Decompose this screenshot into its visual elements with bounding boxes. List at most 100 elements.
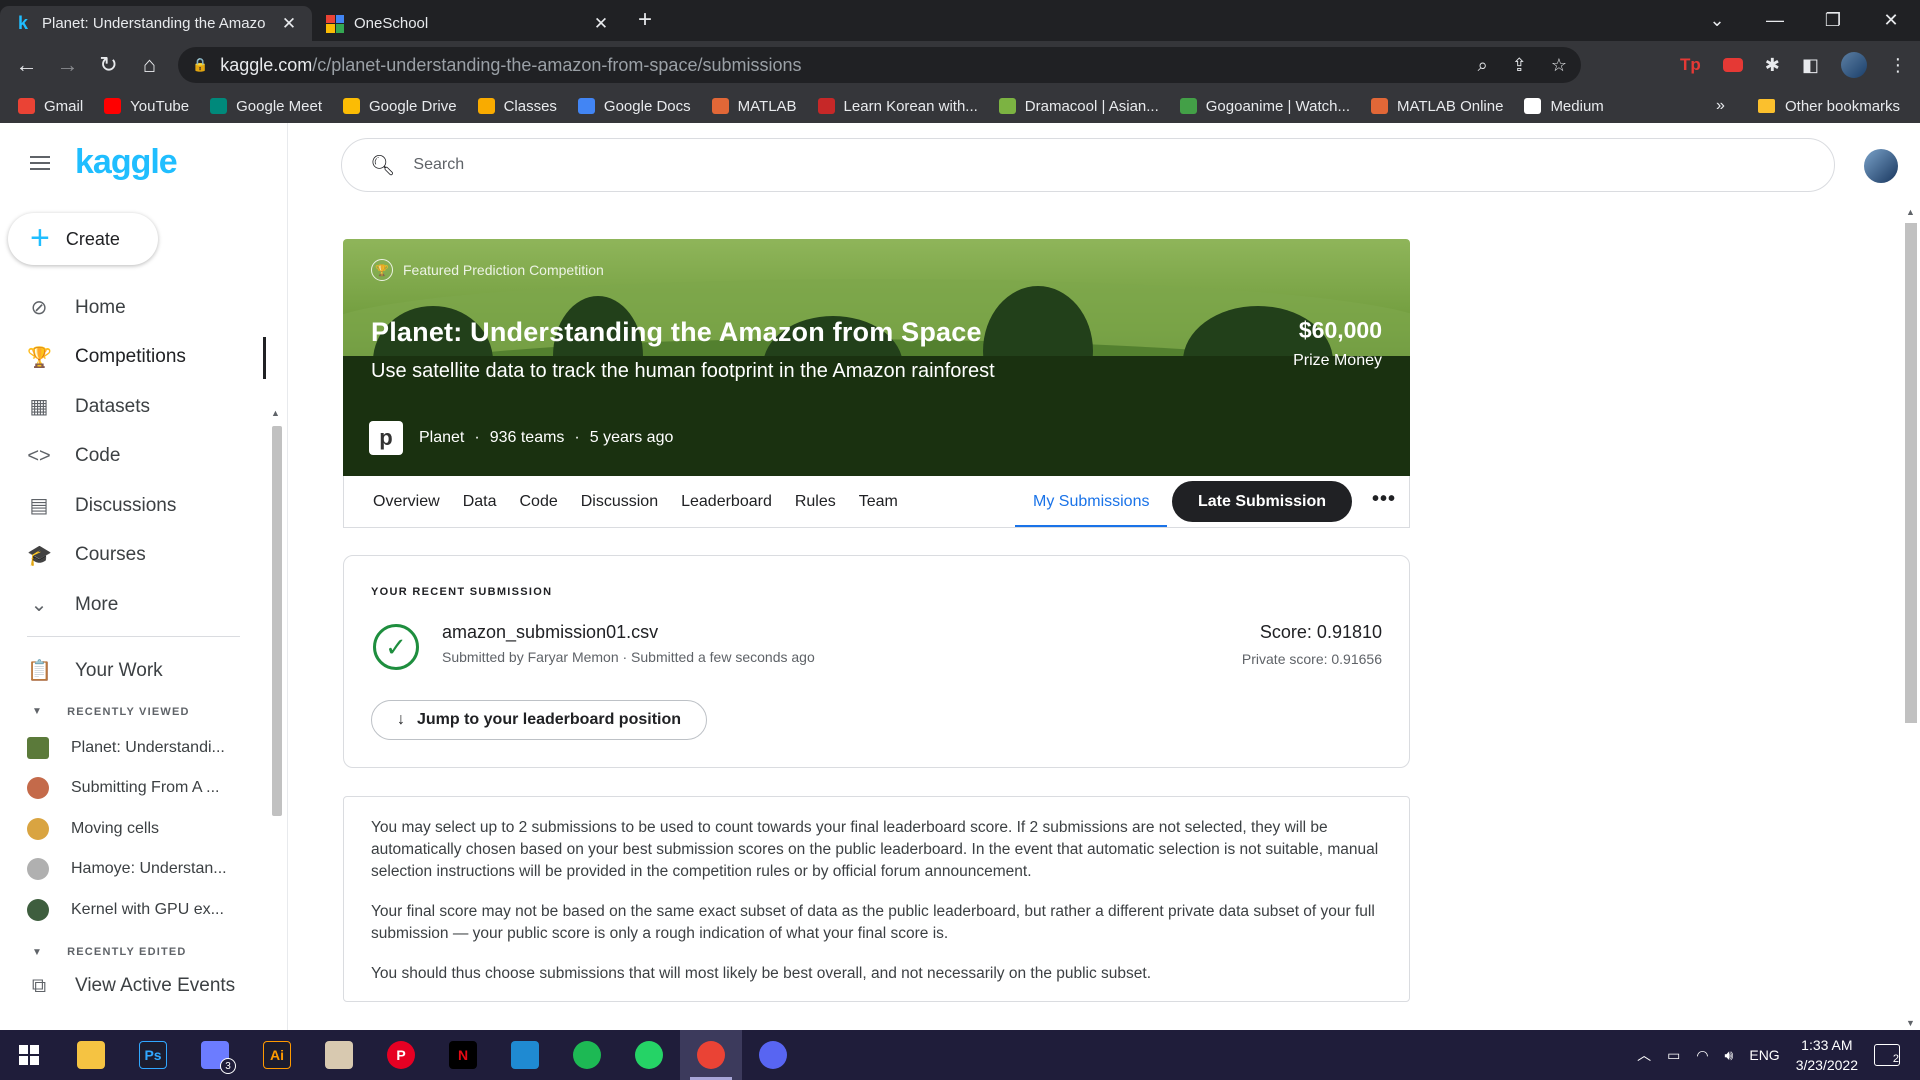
search-bar[interactable]: 🔍︎ Search — [341, 138, 1835, 192]
late-submission-button[interactable]: Late Submission — [1172, 481, 1352, 522]
close-tab-icon[interactable]: ✕ — [280, 14, 298, 34]
chrome-menu-icon[interactable]: ⋮ — [1889, 55, 1907, 76]
taskbar-whatsapp[interactable] — [618, 1030, 680, 1080]
jump-to-leaderboard-button[interactable]: ↓ Jump to your leaderboard position — [371, 700, 707, 740]
restore-button[interactable]: ❐ — [1804, 10, 1862, 31]
taskbar-vscode[interactable] — [494, 1030, 556, 1080]
recently-viewed-header[interactable]: ▼ RECENTLY VIEWED — [0, 696, 266, 728]
start-button[interactable] — [0, 1045, 58, 1065]
recently-viewed-item[interactable]: Kernel with GPU ex... — [0, 890, 266, 931]
more-options-icon[interactable]: ••• — [1372, 488, 1396, 511]
taskbar-matlab[interactable]: 3 — [184, 1030, 246, 1080]
taskbar-photoshop[interactable]: Ps — [122, 1030, 184, 1080]
tab-data[interactable]: Data — [463, 493, 497, 511]
back-button[interactable]: ← — [6, 52, 47, 78]
hamburger-menu-icon[interactable] — [30, 156, 50, 170]
sidebar-item-view-active-events[interactable]: ⧉ View Active Events — [0, 968, 266, 1004]
bookmark-item[interactable]: Learn Korean with... — [817, 98, 978, 115]
tab-search-icon[interactable]: ⌄ — [1688, 10, 1746, 31]
scrollbar-thumb[interactable] — [272, 426, 282, 816]
bookmark-item[interactable]: YouTube — [104, 98, 189, 115]
other-bookmarks-folder[interactable]: Other bookmarks — [1758, 89, 1900, 123]
browser-tab-kaggle[interactable]: k Planet: Understanding the Amazo ✕ — [0, 6, 312, 41]
tab-team[interactable]: Team — [859, 493, 898, 511]
clock[interactable]: 1:33 AM 3/23/2022 — [1796, 1035, 1858, 1075]
user-avatar[interactable] — [1864, 149, 1898, 183]
recently-viewed-item[interactable]: Hamoye: Understan... — [0, 849, 266, 890]
browser-tab-oneschool[interactable]: OneSchool ✕ — [312, 6, 624, 41]
bookmark-item[interactable]: Gmail — [18, 98, 83, 115]
taskbar-spotify[interactable] — [556, 1030, 618, 1080]
sidebar-item-competitions[interactable]: 🏆 Competitions — [0, 333, 266, 383]
kaggle-logo[interactable]: kaggle — [75, 143, 178, 182]
taskbar-pinterest[interactable]: P — [370, 1030, 432, 1080]
taskbar-discord[interactable] — [742, 1030, 804, 1080]
bookmark-item[interactable]: Dramacool | Asian... — [998, 98, 1159, 115]
bookmark-star-icon[interactable]: ☆ — [1551, 55, 1567, 76]
profile-avatar[interactable] — [1840, 52, 1867, 78]
youtube-extension-icon[interactable] — [1722, 58, 1743, 72]
tab-rules[interactable]: Rules — [795, 493, 836, 511]
planet-logo-icon[interactable]: p — [369, 421, 403, 455]
bookmark-item[interactable]: MATLAB Online — [1371, 98, 1503, 115]
sidebar-item-courses[interactable]: 🎓 Courses — [0, 531, 266, 581]
tab-overview[interactable]: Overview — [373, 493, 440, 511]
home-button[interactable]: ⌂ — [129, 52, 170, 78]
taskbar-photo-app[interactable] — [308, 1030, 370, 1080]
volume-icon[interactable]: 🔊︎ — [1725, 1047, 1734, 1064]
recently-viewed-item[interactable]: Moving cells — [0, 809, 266, 850]
share-icon[interactable]: ⇪ — [1512, 55, 1527, 76]
sidebar-item-discussions[interactable]: ▤ Discussions — [0, 481, 266, 531]
forward-button[interactable]: → — [47, 52, 88, 78]
battery-icon[interactable]: ▭ — [1667, 1047, 1680, 1064]
bookmark-item[interactable]: Gogoanime | Watch... — [1179, 98, 1350, 115]
recently-viewed-item[interactable]: Submitting From A ... — [0, 768, 266, 809]
scroll-up-arrow-icon[interactable]: ▲ — [271, 408, 280, 418]
recently-viewed-item[interactable]: Planet: Understandi... — [0, 728, 266, 769]
sidebar-item-datasets[interactable]: ▦ Datasets — [0, 382, 266, 432]
bookmark-item[interactable]: Medium — [1524, 98, 1604, 115]
side-panel-icon[interactable]: ◧ — [1802, 55, 1819, 76]
tab-my-submissions[interactable]: My Submissions — [1015, 476, 1168, 527]
sidebar-item-home[interactable]: ⊘ Home — [0, 283, 266, 333]
host-name[interactable]: Planet — [419, 429, 464, 447]
bookmark-item[interactable]: MATLAB — [711, 98, 797, 115]
search-input[interactable]: Search — [413, 156, 464, 174]
page-scrollbar[interactable]: ▲ ▼ — [1902, 205, 1920, 1030]
scroll-up-arrow-icon[interactable]: ▲ — [1906, 207, 1915, 217]
close-window-button[interactable]: ✕ — [1862, 10, 1920, 31]
taskbar-file-explorer[interactable] — [60, 1030, 122, 1080]
sidebar-scrollbar[interactable]: ▲ ▼ — [268, 406, 286, 1080]
recently-edited-header[interactable]: ▼ RECENTLY EDITED — [0, 936, 266, 968]
lock-icon[interactable]: 🔒 — [192, 57, 208, 73]
puzzle-extensions-icon[interactable]: ✱ — [1765, 55, 1780, 76]
tp-extension-icon[interactable]: Tp — [1680, 55, 1701, 75]
scrollbar-thumb[interactable] — [1905, 223, 1917, 723]
url-text[interactable]: kaggle.com/c/planet-understanding-the-am… — [220, 55, 801, 76]
tab-code[interactable]: Code — [519, 493, 557, 511]
chevron-up-icon[interactable]: ︿ — [1637, 1045, 1651, 1065]
language-indicator[interactable]: ENG — [1749, 1047, 1779, 1063]
bookmark-item[interactable]: Google Meet — [210, 98, 322, 115]
notifications-icon[interactable]: 2 — [1874, 1044, 1900, 1066]
taskbar-illustrator[interactable]: Ai — [246, 1030, 308, 1080]
reload-button[interactable]: ↻ — [88, 52, 129, 78]
scroll-down-arrow-icon[interactable]: ▼ — [1906, 1018, 1915, 1028]
new-tab-button[interactable]: + — [638, 6, 652, 34]
bookmarks-overflow-button[interactable]: » — [1716, 89, 1725, 123]
tab-leaderboard[interactable]: Leaderboard — [681, 493, 772, 511]
zoom-icon[interactable]: ⌕ — [1478, 55, 1488, 76]
sidebar-item-your-work[interactable]: 📋 Your Work — [0, 646, 266, 696]
taskbar-chrome[interactable] — [680, 1030, 742, 1080]
bookmark-item[interactable]: Google Docs — [577, 98, 691, 115]
tab-discussion[interactable]: Discussion — [581, 493, 658, 511]
create-button[interactable]: + Create — [8, 213, 158, 265]
sidebar-item-code[interactable]: <> Code — [0, 432, 266, 482]
wifi-icon[interactable]: ◠ — [1696, 1047, 1708, 1064]
sidebar-item-more[interactable]: ⌄ More — [0, 580, 266, 630]
omnibox[interactable]: 🔒 kaggle.com/c/planet-understanding-the-… — [178, 47, 1581, 83]
bookmark-item[interactable]: Classes — [477, 98, 557, 115]
minimize-button[interactable]: — — [1746, 10, 1804, 31]
close-tab-icon[interactable]: ✕ — [592, 14, 610, 34]
bookmark-item[interactable]: Google Drive — [343, 98, 457, 115]
